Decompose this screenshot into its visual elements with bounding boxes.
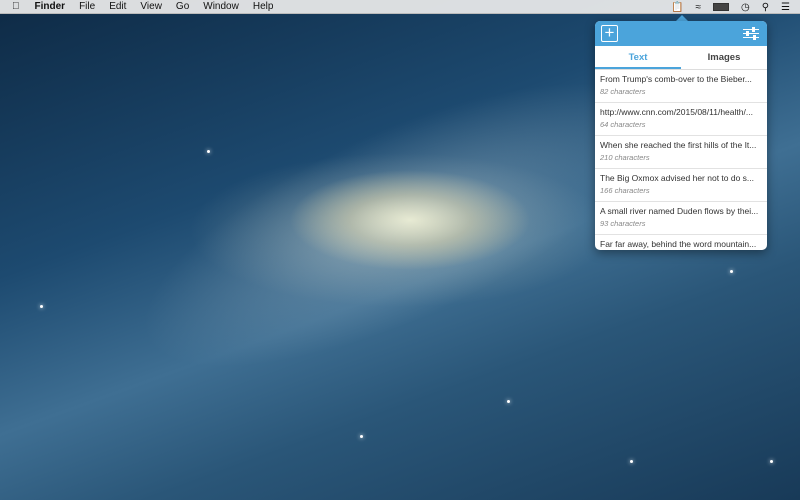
menu-finder[interactable]: Finder [28,1,73,12]
wifi-icon[interactable]: ≈ [695,2,701,13]
item-text: A small river named Duden flows by thei.… [600,206,762,216]
clipboard-popup: + Text Images From Trump's comb-over to … [595,21,767,250]
tab-images[interactable]: Images [681,46,767,69]
list-icon[interactable]: ☰ [781,2,790,13]
menu-window[interactable]: Window [196,1,246,12]
item-count: 64 characters [600,120,762,129]
item-count: 93 characters [600,219,762,228]
star [730,270,733,273]
apple-icon[interactable]:  [0,1,28,12]
search-icon[interactable]: ⚲ [762,2,769,13]
list-item[interactable]: The Big Oxmox advised her not to do s...… [595,169,767,202]
item-text: http://www.cnn.com/2015/08/11/health/... [600,107,762,117]
clock-icon[interactable]: ◷ [741,2,750,13]
item-text: When she reached the first hills of the … [600,140,762,150]
star [40,305,43,308]
item-count: 82 characters [600,87,762,96]
item-count: 210 characters [600,153,762,162]
list-item[interactable]: When she reached the first hills of the … [595,136,767,169]
menu-edit[interactable]: Edit [102,1,133,12]
star [770,460,773,463]
star [630,460,633,463]
tab-bar: Text Images [595,46,767,70]
menu-help[interactable]: Help [246,1,281,12]
item-count: 166 characters [600,186,762,195]
star [507,400,510,403]
popup-header: + [595,21,767,46]
star [207,150,210,153]
clipboard-icon[interactable]: 📋 [671,2,683,13]
list-item[interactable]: From Trump's comb-over to the Bieber... 8… [595,70,767,103]
tab-text[interactable]: Text [595,46,681,69]
clip-list: From Trump's comb-over to the Bieber... 8… [595,70,767,250]
item-text: From Trump's comb-over to the Bieber... [600,74,762,84]
menu-go[interactable]: Go [169,1,196,12]
item-text: Far far away, behind the word mountain..… [600,239,762,249]
list-item[interactable]: http://www.cnn.com/2015/08/11/health/...… [595,103,767,136]
menu-file[interactable]: File [72,1,102,12]
menu-bar:  Finder File Edit View Go Window Help 📋… [0,0,800,14]
battery-icon[interactable] [713,3,729,11]
item-text: The Big Oxmox advised her not to do s... [600,173,762,183]
list-item[interactable]: A small river named Duden flows by thei.… [595,202,767,235]
sliders-icon[interactable] [743,26,759,41]
plus-icon[interactable]: + [601,25,618,42]
star [360,435,363,438]
list-item[interactable]: Far far away, behind the word mountain..… [595,235,767,250]
menu-view[interactable]: View [133,1,169,12]
